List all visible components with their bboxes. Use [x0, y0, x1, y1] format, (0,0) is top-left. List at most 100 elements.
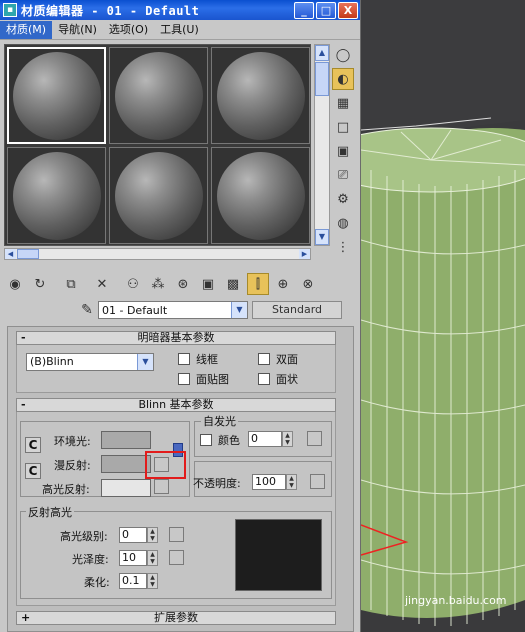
shader-rollout-header[interactable]: - 明暗器基本参数 — [16, 331, 336, 345]
scroll-thumb[interactable] — [17, 249, 39, 259]
diffuse-color-swatch[interactable] — [101, 455, 151, 473]
scroll-up-icon[interactable]: ▲ — [315, 45, 329, 61]
go-forward-sibling-icon[interactable]: ⊕ — [272, 273, 294, 295]
put-to-library-icon[interactable]: ⁂ — [147, 273, 169, 295]
sphere-preview — [114, 151, 203, 240]
show-end-result-icon[interactable]: ▩ — [222, 273, 244, 295]
sample-slot-5[interactable] — [109, 147, 208, 244]
sample-slot-2[interactable] — [109, 47, 208, 144]
sample-slot-6[interactable] — [211, 147, 310, 244]
pick-material-icon[interactable]: ⊗ — [297, 273, 319, 295]
scroll-right-icon[interactable]: ▶ — [299, 249, 310, 259]
spinner-arrows-icon[interactable]: ▲ ▼ — [147, 573, 158, 589]
scroll-left-icon[interactable]: ◀ — [5, 249, 16, 259]
two-sided-checkbox[interactable]: 双面 — [258, 351, 298, 367]
specular-level-spinner[interactable]: 0 ▲ ▼ — [119, 527, 158, 543]
specular-color-swatch[interactable] — [101, 479, 151, 497]
scroll-thumb[interactable] — [315, 62, 329, 96]
sphere-preview — [216, 151, 305, 240]
wire-checkbox[interactable]: 线框 — [178, 351, 218, 367]
specular-highlights-group-label: 反射高光 — [26, 504, 74, 520]
two-sided-label: 双面 — [276, 353, 298, 366]
background-icon[interactable]: ▦ — [332, 92, 354, 114]
video-color-check-icon[interactable]: ▣ — [332, 140, 354, 162]
menu-navigation[interactable]: 导航(N) — [52, 21, 103, 39]
reset-map-icon[interactable]: ✕ — [91, 273, 113, 295]
glossiness-value: 10 — [122, 551, 136, 564]
slots-vertical-scrollbar[interactable]: ▲ ▼ — [314, 44, 330, 246]
shader-select[interactable]: (B)Blinn ▼ — [26, 353, 154, 371]
material-name-row: ✎ 01 - Default ▼ Standard — [4, 300, 354, 320]
face-map-checkbox[interactable]: 面贴图 — [178, 371, 229, 387]
title-bar[interactable]: ▪ 材质编辑器 - 01 - Default _ □ X — [0, 0, 360, 20]
options-icon[interactable]: ⚙ — [332, 188, 354, 210]
sample-slot-3[interactable] — [211, 47, 310, 144]
chevron-down-icon[interactable]: ▼ — [137, 354, 153, 370]
make-unique-icon[interactable]: ⚇ — [122, 273, 144, 295]
highlight-box — [145, 451, 186, 479]
material-name-field[interactable]: 01 - Default ▼ — [98, 301, 248, 319]
scroll-down-icon[interactable]: ▼ — [315, 229, 329, 245]
collapse-sign: - — [21, 398, 26, 411]
material-navigator-icon[interactable]: ⋮ — [332, 236, 354, 258]
material-name-value: 01 - Default — [102, 303, 168, 317]
collapse-sign: - — [21, 331, 26, 344]
sphere-preview — [216, 51, 305, 140]
slots-horizontal-scrollbar[interactable]: ◀ ▶ — [4, 248, 311, 260]
ambient-color-swatch[interactable] — [101, 431, 151, 449]
assign-to-selection-icon[interactable]: ⧉ — [60, 273, 82, 295]
maximize-button[interactable]: □ — [316, 1, 336, 19]
show-map-in-viewport-icon[interactable]: ▣ — [197, 273, 219, 295]
viewport[interactable]: jingyan.baidu.com — [361, 0, 525, 632]
opacity-spinner[interactable]: 100 ▲ ▼ — [252, 474, 297, 490]
window-title: 材质编辑器 - 01 - Default — [21, 3, 200, 18]
glossiness-label: 光泽度: — [72, 553, 109, 566]
sample-type-icon[interactable]: ◯ — [332, 44, 354, 66]
glossiness-map-button[interactable] — [169, 550, 184, 565]
material-editor-window: ▪ 材质编辑器 - 01 - Default _ □ X 材质(M) 导航(N)… — [0, 0, 361, 632]
spinner-arrows-icon[interactable]: ▲ ▼ — [147, 550, 158, 566]
app-icon: ▪ — [3, 3, 17, 17]
material-type-button[interactable]: Standard — [252, 301, 342, 319]
lock-diffuse-specular-button[interactable]: C — [25, 463, 41, 479]
faceted-checkbox[interactable]: 面状 — [258, 371, 298, 387]
ambient-label: 环境光: — [54, 435, 91, 448]
bottom-toolbar: ◉ ↻ ⧉ ✕ ⚇ ⁂ ⊛ ▣ ▩ ⫿ ⊕ ⊗ — [4, 270, 354, 298]
self-illum-spinner[interactable]: 0 ▲ ▼ — [248, 431, 293, 447]
select-by-material-icon[interactable]: ◍ — [332, 212, 354, 234]
blinn-rollout-header[interactable]: - Blinn 基本参数 — [16, 398, 336, 412]
menu-utilities[interactable]: 工具(U) — [154, 21, 205, 39]
uv-tiling-icon[interactable]: □ — [332, 116, 354, 138]
sphere-preview — [114, 51, 203, 140]
get-material-icon[interactable]: ◉ — [4, 273, 26, 295]
diffuse-label: 漫反射: — [54, 459, 91, 472]
lock-ambient-diffuse-button[interactable]: C — [25, 437, 41, 453]
extended-rollout-header[interactable]: + 扩展参数 — [16, 611, 336, 625]
chevron-down-icon[interactable]: ▼ — [231, 302, 247, 318]
glossiness-spinner[interactable]: 10 ▲ ▼ — [119, 550, 158, 566]
spinner-arrows-icon[interactable]: ▲ ▼ — [286, 474, 297, 490]
side-toolbar: ◯ ◐ ▦ □ ▣ ⎚ ⚙ ◍ ⋮ — [332, 44, 356, 260]
menu-options[interactable]: 选项(O) — [103, 21, 154, 39]
backlight-icon[interactable]: ◐ — [332, 68, 354, 90]
eyedropper-icon[interactable]: ✎ — [76, 300, 98, 320]
soften-spinner[interactable]: 0.1 ▲ ▼ — [119, 573, 158, 589]
specular-level-label: 高光级别: — [60, 530, 108, 543]
put-to-scene-icon[interactable]: ↻ — [29, 273, 51, 295]
close-button[interactable]: X — [338, 1, 358, 19]
sample-slot-1[interactable] — [7, 47, 106, 144]
spinner-arrows-icon[interactable]: ▲ ▼ — [147, 527, 158, 543]
self-illum-color-checkbox[interactable]: 颜色 — [200, 432, 240, 448]
sample-slot-4[interactable] — [7, 147, 106, 244]
self-illum-map-button[interactable] — [307, 431, 322, 446]
opacity-map-button[interactable] — [310, 474, 325, 489]
spinner-arrows-icon[interactable]: ▲ ▼ — [282, 431, 293, 447]
go-to-parent-icon[interactable]: ⫿ — [247, 273, 269, 295]
menu-material[interactable]: 材质(M) — [0, 20, 53, 39]
specular-map-button[interactable] — [154, 479, 169, 494]
material-id-icon[interactable]: ⊛ — [172, 273, 194, 295]
make-preview-icon[interactable]: ⎚ — [332, 164, 354, 186]
minimize-button[interactable]: _ — [294, 1, 314, 19]
specular-level-map-button[interactable] — [169, 527, 184, 542]
shader-value: (B)Blinn — [30, 355, 74, 368]
